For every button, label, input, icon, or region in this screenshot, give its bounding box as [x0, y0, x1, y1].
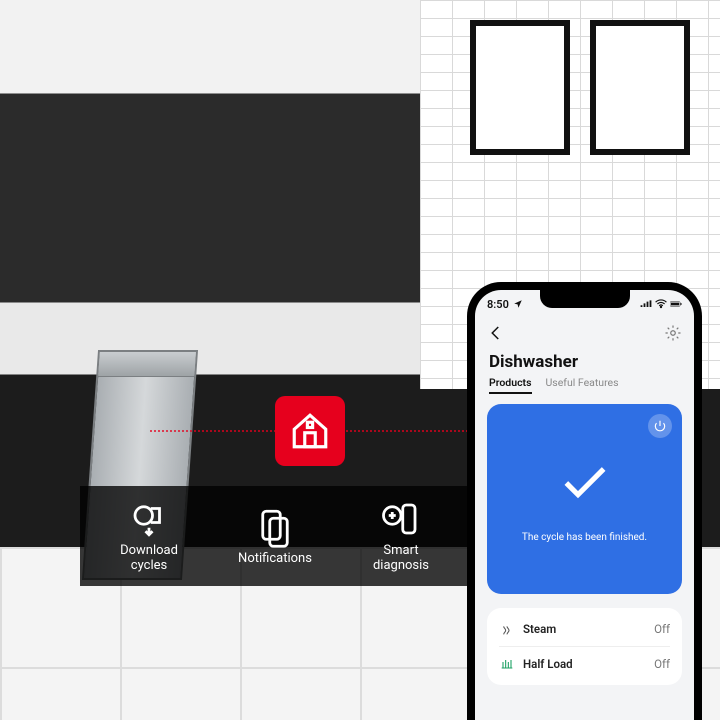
notifications-icon — [254, 506, 296, 548]
feature-smart-diagnosis: Smart diagnosis — [341, 498, 461, 574]
option-name: Half Load — [523, 657, 573, 671]
power-button[interactable] — [648, 414, 672, 438]
wifi-icon — [655, 299, 667, 309]
settings-button[interactable] — [664, 324, 682, 346]
phone-notch — [540, 290, 630, 308]
checkmark-icon — [557, 455, 613, 518]
feature-label: Notifications — [238, 552, 312, 567]
phone-screen: 8:50 Dishwasher Products Useful Featu — [475, 290, 694, 720]
status-time: 8:50 — [487, 298, 509, 311]
steam-icon — [499, 621, 515, 637]
option-half-load[interactable]: Half Load Off — [499, 647, 670, 681]
option-value: Off — [654, 622, 670, 636]
thinq-app-icon[interactable] — [275, 396, 345, 466]
picture-frame-2 — [590, 20, 690, 155]
options-panel: Steam Off Half Load Off — [487, 608, 682, 685]
option-value: Off — [654, 657, 670, 671]
screen-header — [475, 318, 694, 352]
card-message: The cycle has been finished. — [522, 532, 647, 543]
home-icon — [289, 410, 331, 452]
tabs: Products Useful Features — [475, 376, 694, 404]
status-card[interactable]: The cycle has been finished. — [487, 404, 682, 594]
tab-products[interactable]: Products — [489, 376, 532, 394]
option-name: Steam — [523, 622, 556, 636]
back-button[interactable] — [487, 324, 505, 346]
feature-label: Smart diagnosis — [373, 544, 429, 574]
download-cycles-icon — [128, 498, 170, 540]
battery-icon — [670, 299, 682, 309]
signal-icon — [640, 299, 652, 309]
phone-frame: 8:50 Dishwasher Products Useful Featu — [467, 282, 702, 720]
feature-download-cycles: Download cycles — [89, 498, 209, 574]
half-load-icon — [499, 656, 515, 672]
location-icon — [512, 299, 524, 309]
smart-diagnosis-icon — [380, 498, 422, 540]
tab-useful-features[interactable]: Useful Features — [546, 376, 619, 394]
option-steam[interactable]: Steam Off — [499, 612, 670, 647]
title-row: Dishwasher — [475, 352, 694, 376]
arrow-left-icon — [487, 324, 505, 342]
gear-icon — [664, 324, 682, 342]
picture-frame-1 — [470, 20, 570, 155]
feature-notifications: Notifications — [215, 506, 335, 567]
page-title: Dishwasher — [489, 352, 680, 372]
power-icon — [653, 419, 667, 433]
feature-strip: Download cycles Notifications Smart diag… — [80, 486, 470, 586]
feature-label: Download cycles — [120, 544, 178, 574]
